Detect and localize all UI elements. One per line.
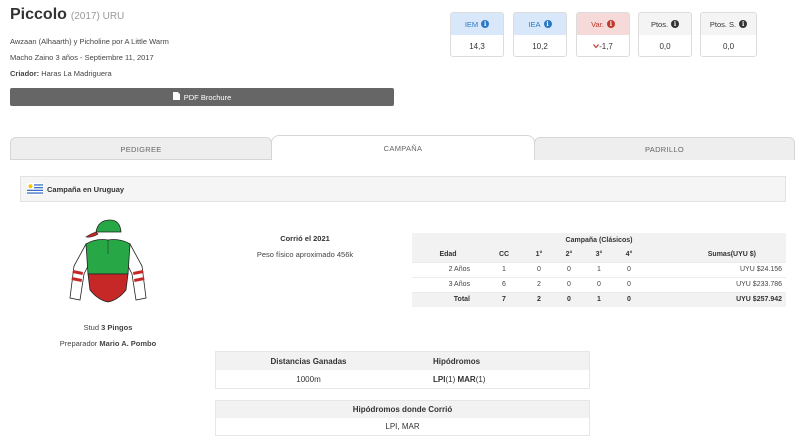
- table-cell: 3 Años: [412, 276, 484, 292]
- table-cell: 0: [554, 276, 584, 292]
- col-header: 1°: [524, 247, 554, 262]
- stat-var-value-wrap: -1,7: [577, 35, 629, 56]
- stat-ptos-s-label: Ptos. S.: [709, 19, 737, 29]
- stat-ptos-s-value: 0,0: [722, 41, 735, 51]
- campaign-table: Campaña (Clásicos) Edad CC 1° 2° 3° 4° S…: [412, 233, 786, 307]
- stat-iea-label: IEA: [528, 19, 541, 29]
- tab-padrillo[interactable]: PADRILLO: [534, 137, 795, 160]
- distances-table: Distancias Ganadas Hipódromos 1000m LPI(…: [215, 351, 590, 389]
- section-campaign-uruguay: Campaña en Uruguay: [20, 176, 786, 202]
- table-cell: 1: [484, 261, 524, 277]
- table-cell: UYU $24.156: [644, 261, 786, 277]
- col-header: 2°: [554, 247, 584, 262]
- section-title: Campaña en Uruguay: [47, 184, 125, 194]
- trainer-prefix: Preparador: [59, 339, 98, 348]
- stud-name: 3 Pingos: [101, 323, 133, 332]
- table-cell: 7: [484, 291, 524, 307]
- info-icon[interactable]: i: [606, 20, 615, 28]
- stat-var-value: -1,7: [599, 41, 613, 51]
- uruguay-flag-icon: [27, 183, 43, 195]
- track-code: LPI: [433, 374, 446, 384]
- col-header: Hipódromos: [433, 356, 481, 366]
- tab-pedigree[interactable]: PEDIGREE: [10, 137, 272, 160]
- stat-var: Var. i -1,7: [576, 12, 630, 57]
- jockey-silks-image: [66, 214, 150, 306]
- horse-title: Piccolo (2017) URU: [10, 6, 124, 24]
- table-row: 2 Años 1 0 0 1 0 UYU $24.156: [412, 261, 786, 277]
- table-cell: 2: [524, 291, 554, 307]
- stud-label: Stud 3 Pingos: [40, 323, 176, 332]
- table-cell: UYU $233.786: [644, 276, 786, 292]
- table-cell: 2: [524, 276, 554, 292]
- info-icon[interactable]: i: [671, 20, 680, 28]
- track-code: MAR: [457, 374, 476, 384]
- distances-header-row: Distancias Ganadas Hipódromos: [216, 352, 589, 370]
- info-icon[interactable]: i: [481, 20, 490, 28]
- tracks-ran-table: Hipódromos donde Corrió LPI, MAR: [215, 400, 590, 436]
- stat-iea-value: 10,2: [532, 41, 548, 51]
- pdf-brochure-label: PDF Brochure: [183, 92, 232, 102]
- table-row: 1000m LPI(1) MAR(1): [216, 370, 589, 388]
- col-header: 3°: [584, 247, 614, 262]
- stat-iea: IEA i 10,2: [513, 12, 567, 57]
- tracks-ran-value: LPI, MAR: [385, 422, 420, 431]
- table-cell: UYU $257.942: [644, 291, 786, 307]
- stat-iem-value: 14,3: [469, 41, 485, 51]
- total-row: Total 7 2 0 1 0 UYU $257.942: [412, 291, 786, 307]
- table-cell: Total: [412, 291, 484, 307]
- breeder-name: Haras La Madriguera: [41, 69, 112, 78]
- table-cell: 1: [584, 291, 614, 307]
- table-cell: 0: [614, 291, 644, 307]
- table-cell: 0: [524, 261, 554, 277]
- table-cell: 6: [484, 276, 524, 292]
- distance-value: 1000m: [296, 374, 321, 384]
- table-cell: 0: [614, 261, 644, 277]
- breeder-label: Criador:: [10, 69, 40, 78]
- stat-ptos: Ptos. i 0,0: [638, 12, 692, 57]
- table-cell: 0: [614, 276, 644, 292]
- col-header: Sumas(UYU $): [644, 247, 786, 262]
- horse-name: Piccolo: [10, 6, 67, 23]
- table-cell: 0: [554, 261, 584, 277]
- table-cell: 1: [584, 261, 614, 277]
- pdf-brochure-button[interactable]: PDF Brochure: [10, 88, 394, 106]
- description-line: Macho Zaino 3 años - Septiembre 11, 2017: [10, 53, 154, 62]
- pedigree-line: Awzaan (Alhaarth) y Picholine por A Litt…: [10, 37, 169, 46]
- col-header: Distancias Ganadas: [270, 356, 347, 366]
- tracks-ran-header: Hipódromos donde Corrió: [216, 401, 589, 418]
- ran-year: Corrió el 2021: [280, 234, 330, 243]
- approx-weight: Peso físico aproximado 456k: [256, 250, 354, 259]
- stat-ptos-value: 0,0: [659, 41, 671, 51]
- stat-iem-label: IEM: [464, 19, 479, 29]
- stat-ptos-label: Ptos.: [650, 19, 669, 29]
- info-icon[interactable]: i: [543, 20, 552, 28]
- pdf-file-icon: [172, 92, 180, 102]
- col-header: 4°: [614, 247, 644, 262]
- tracks-won: LPI(1) MAR(1): [401, 375, 589, 384]
- trainer-label: Preparador Mario A. Pombo: [30, 339, 186, 348]
- trainer-name: Mario A. Pombo: [99, 339, 157, 348]
- table-cell: 2 Años: [412, 261, 484, 277]
- stud-prefix: Stud: [83, 323, 100, 332]
- stat-var-label: Var.: [591, 19, 604, 29]
- horse-year-country: (2017) URU: [70, 11, 125, 22]
- table-cell: 0: [554, 291, 584, 307]
- table-row: 3 Años 6 2 0 0 0 UYU $233.786: [412, 276, 786, 292]
- info-icon[interactable]: i: [739, 20, 748, 28]
- stat-iem: IEM i 14,3: [450, 12, 504, 57]
- col-header: CC: [484, 247, 524, 262]
- table-cell: 0: [584, 276, 614, 292]
- track-count: (1): [445, 374, 456, 384]
- campaign-table-title: Campaña (Clásicos): [412, 233, 786, 247]
- tab-campana[interactable]: CAMPAÑA: [271, 135, 535, 160]
- col-header: Edad: [412, 247, 484, 262]
- breeder-line: Criador: Haras La Madriguera: [10, 69, 112, 78]
- track-count: (1): [475, 374, 486, 384]
- stat-ptos-s: Ptos. S. i 0,0: [700, 12, 757, 57]
